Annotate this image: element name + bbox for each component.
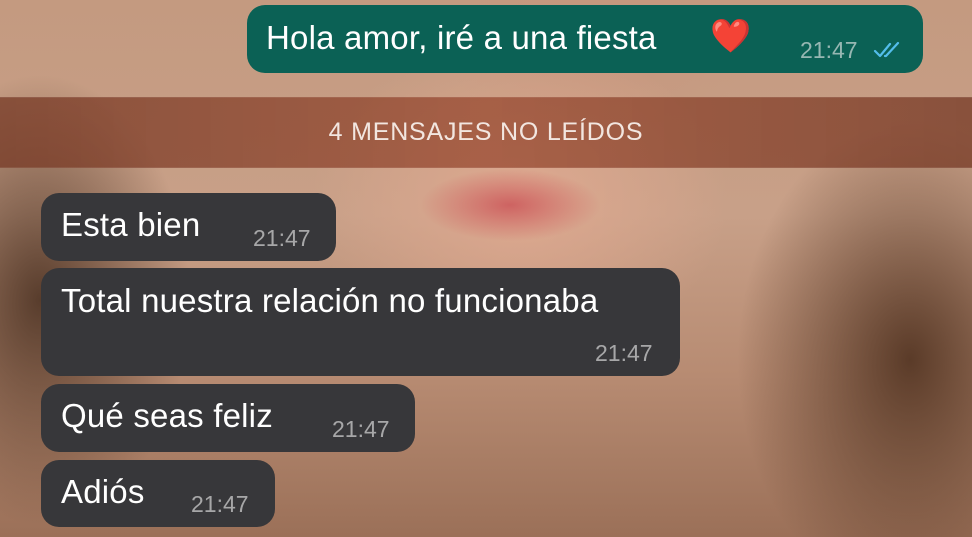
message-text: Esta bien [61,206,201,243]
message-incoming[interactable]: Esta bien 21:47 [41,193,336,261]
message-text: Total nuestra relación no funcionaba [61,282,599,319]
unread-messages-label: 4 MENSAJES NO LEÍDOS [328,118,644,146]
message-text: Qué seas feliz [61,397,273,434]
message-incoming[interactable]: Adiós 21:47 [41,460,275,527]
message-time: 21:47 [595,340,653,366]
message-incoming[interactable]: Total nuestra relación no funcionaba 21:… [41,268,680,376]
message-time: 21:47 [253,225,311,251]
message-text: Hola amor, iré a una fiesta [266,19,657,56]
heart-emoji: ❤️ [710,17,752,54]
message-time: 21:47 [332,416,390,442]
message-time: 21:47 [191,491,249,517]
message-incoming[interactable]: Qué seas feliz 21:47 [41,384,415,452]
unread-messages-divider: 4 MENSAJES NO LEÍDOS [0,97,972,168]
read-double-check-icon [873,41,900,58]
message-time: 21:47 [800,37,858,63]
message-outgoing[interactable]: Hola amor, iré a una fiesta ❤️ 21:47 [247,5,923,73]
message-text: Adiós [61,473,145,510]
